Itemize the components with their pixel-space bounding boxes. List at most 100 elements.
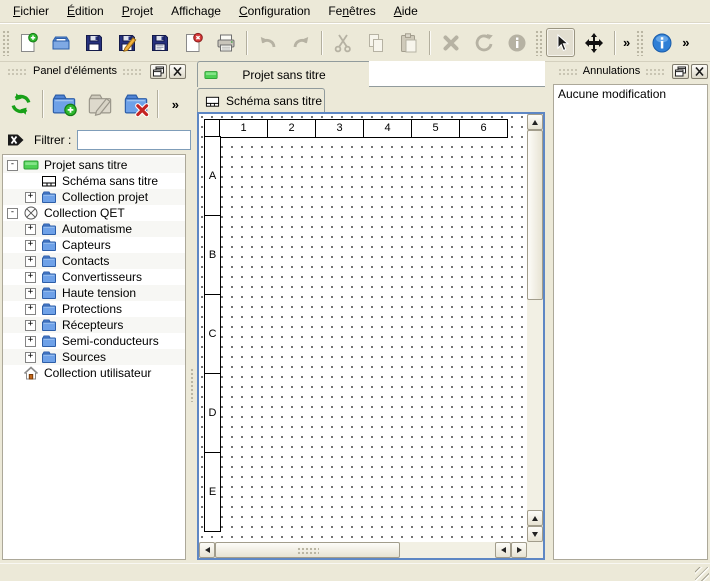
tab-schema-sans-titre[interactable]: Schéma sans titre (197, 88, 325, 113)
expand-icon[interactable]: + (25, 256, 36, 267)
expand-icon[interactable]: + (25, 304, 36, 315)
delete-button[interactable] (436, 28, 465, 57)
folder-icon (41, 189, 57, 205)
open-project-button[interactable] (46, 28, 75, 57)
tree-item-sources[interactable]: +Sources (3, 349, 185, 365)
float-panel-button[interactable] (672, 64, 689, 79)
toolbar-drag-handle[interactable] (636, 30, 643, 56)
qet-collection-icon (23, 205, 39, 221)
menu-configuration[interactable]: Configuration (230, 1, 319, 21)
undo-list-item[interactable]: Aucune modification (554, 85, 707, 103)
collapse-icon[interactable]: - (7, 160, 18, 171)
cut-button[interactable] (328, 28, 357, 57)
folder-icon (41, 317, 57, 333)
expand-icon[interactable]: + (25, 192, 36, 203)
tree-item-schema[interactable]: Schéma sans titre (3, 173, 185, 189)
close-panel-button[interactable] (169, 64, 186, 79)
reload-collections-button[interactable] (6, 89, 36, 119)
save-button[interactable] (79, 28, 108, 57)
new-document-icon (17, 32, 39, 54)
menu-affichage[interactable]: Affichage (162, 1, 230, 21)
undo-panel-titlebar[interactable]: Annulations (553, 62, 708, 80)
copy-pages-icon (365, 32, 387, 54)
toolbar-separator (42, 90, 43, 118)
tree-item-protections[interactable]: +Protections (3, 301, 185, 317)
copy-button[interactable] (361, 28, 390, 57)
horizontal-scroll-thumb[interactable] (215, 542, 400, 558)
menu-aide[interactable]: Aide (385, 1, 427, 21)
menu-projet[interactable]: Projet (113, 1, 162, 21)
tab-projet-sans-titre[interactable]: Projet sans titre (197, 61, 371, 87)
collapse-icon[interactable]: - (7, 208, 18, 219)
float-panel-button[interactable] (150, 64, 167, 79)
undo-button[interactable] (253, 28, 282, 57)
rotate-button[interactable] (469, 28, 498, 57)
toolbar-overflow-button[interactable]: » (619, 35, 634, 50)
scroll-left-button-2[interactable] (495, 542, 511, 558)
tree-item-convertisseurs[interactable]: +Convertisseurs (3, 269, 185, 285)
diagram-scene[interactable]: 1 2 3 4 5 6 A B C D E (199, 114, 527, 542)
undo-arrow-icon (257, 32, 279, 54)
toolbar-drag-handle[interactable] (535, 30, 542, 56)
menu-fichier[interactable]: Fichier (4, 1, 58, 21)
tree-item-recepteurs[interactable]: +Récepteurs (3, 317, 185, 333)
application-window: Fichier Édition Projet Affichage Configu… (0, 0, 710, 581)
save-as-button[interactable] (112, 28, 141, 57)
close-panel-button[interactable] (691, 64, 708, 79)
tree-item-collection-utilisateur[interactable]: Collection utilisateur (3, 365, 185, 381)
clear-filter-icon[interactable] (6, 130, 26, 150)
tree-item-haute-tension[interactable]: +Haute tension (3, 285, 185, 301)
expand-icon[interactable]: + (25, 272, 36, 283)
filter-input[interactable] (77, 130, 191, 150)
rotate-arrow-icon (473, 32, 495, 54)
scroll-right-button[interactable] (511, 542, 527, 558)
redo-button[interactable] (286, 28, 315, 57)
print-button[interactable] (211, 28, 240, 57)
toolbar-drag-handle[interactable] (2, 30, 9, 56)
toolbar-overflow-button[interactable]: » (678, 35, 693, 50)
move-tool-button[interactable] (579, 28, 608, 57)
element-info-button[interactable] (502, 28, 531, 57)
paste-button[interactable] (394, 28, 423, 57)
menu-fenetres[interactable]: Fenêtres (319, 1, 384, 21)
scroll-left-button[interactable] (199, 542, 215, 558)
expand-icon[interactable]: + (25, 352, 36, 363)
expand-icon[interactable]: + (25, 224, 36, 235)
vertical-scroll-thumb[interactable] (527, 130, 543, 300)
panel-overflow-button[interactable]: » (168, 97, 183, 112)
expand-icon[interactable]: + (25, 240, 36, 251)
save-all-button[interactable] (145, 28, 174, 57)
select-tool-button[interactable] (546, 28, 575, 57)
vertical-scrollbar[interactable] (527, 114, 543, 542)
delete-category-button[interactable] (121, 89, 151, 119)
scroll-up-button-2[interactable] (527, 510, 543, 526)
titlebar-texture (122, 68, 143, 75)
tree-item-automatisme[interactable]: +Automatisme (3, 221, 185, 237)
elements-panel-titlebar[interactable]: Panel d'éléments (2, 62, 186, 80)
panel-splitter[interactable] (189, 60, 196, 563)
column-header: 6 (459, 119, 508, 138)
scroll-up-button[interactable] (527, 114, 543, 130)
tree-item-label: Collection QET (44, 206, 125, 220)
floppy-pencil-icon (116, 32, 138, 54)
horizontal-scrollbar[interactable] (199, 542, 527, 558)
menu-edition[interactable]: Édition (58, 1, 113, 21)
resize-grip[interactable] (695, 567, 709, 581)
expand-icon[interactable]: + (25, 320, 36, 331)
expand-icon[interactable]: + (25, 336, 36, 347)
tree-item-collection-qet[interactable]: - Collection QET (3, 205, 185, 221)
close-document-button[interactable] (178, 28, 207, 57)
new-category-button[interactable] (49, 89, 79, 119)
diagram-info-button[interactable] (647, 28, 676, 57)
new-document-button[interactable] (13, 28, 42, 57)
titlebar-texture (558, 68, 578, 75)
tree-item-project[interactable]: -Projet sans titre (3, 157, 185, 173)
tree-item-collection-projet[interactable]: +Collection projet (3, 189, 185, 205)
edit-category-button[interactable] (85, 89, 115, 119)
tree-item-semi-conducteurs[interactable]: +Semi-conducteurs (3, 333, 185, 349)
tree-item-capteurs[interactable]: +Capteurs (3, 237, 185, 253)
folder-icon (41, 237, 57, 253)
expand-icon[interactable]: + (25, 288, 36, 299)
tree-item-contacts[interactable]: +Contacts (3, 253, 185, 269)
scroll-down-button[interactable] (527, 526, 543, 542)
